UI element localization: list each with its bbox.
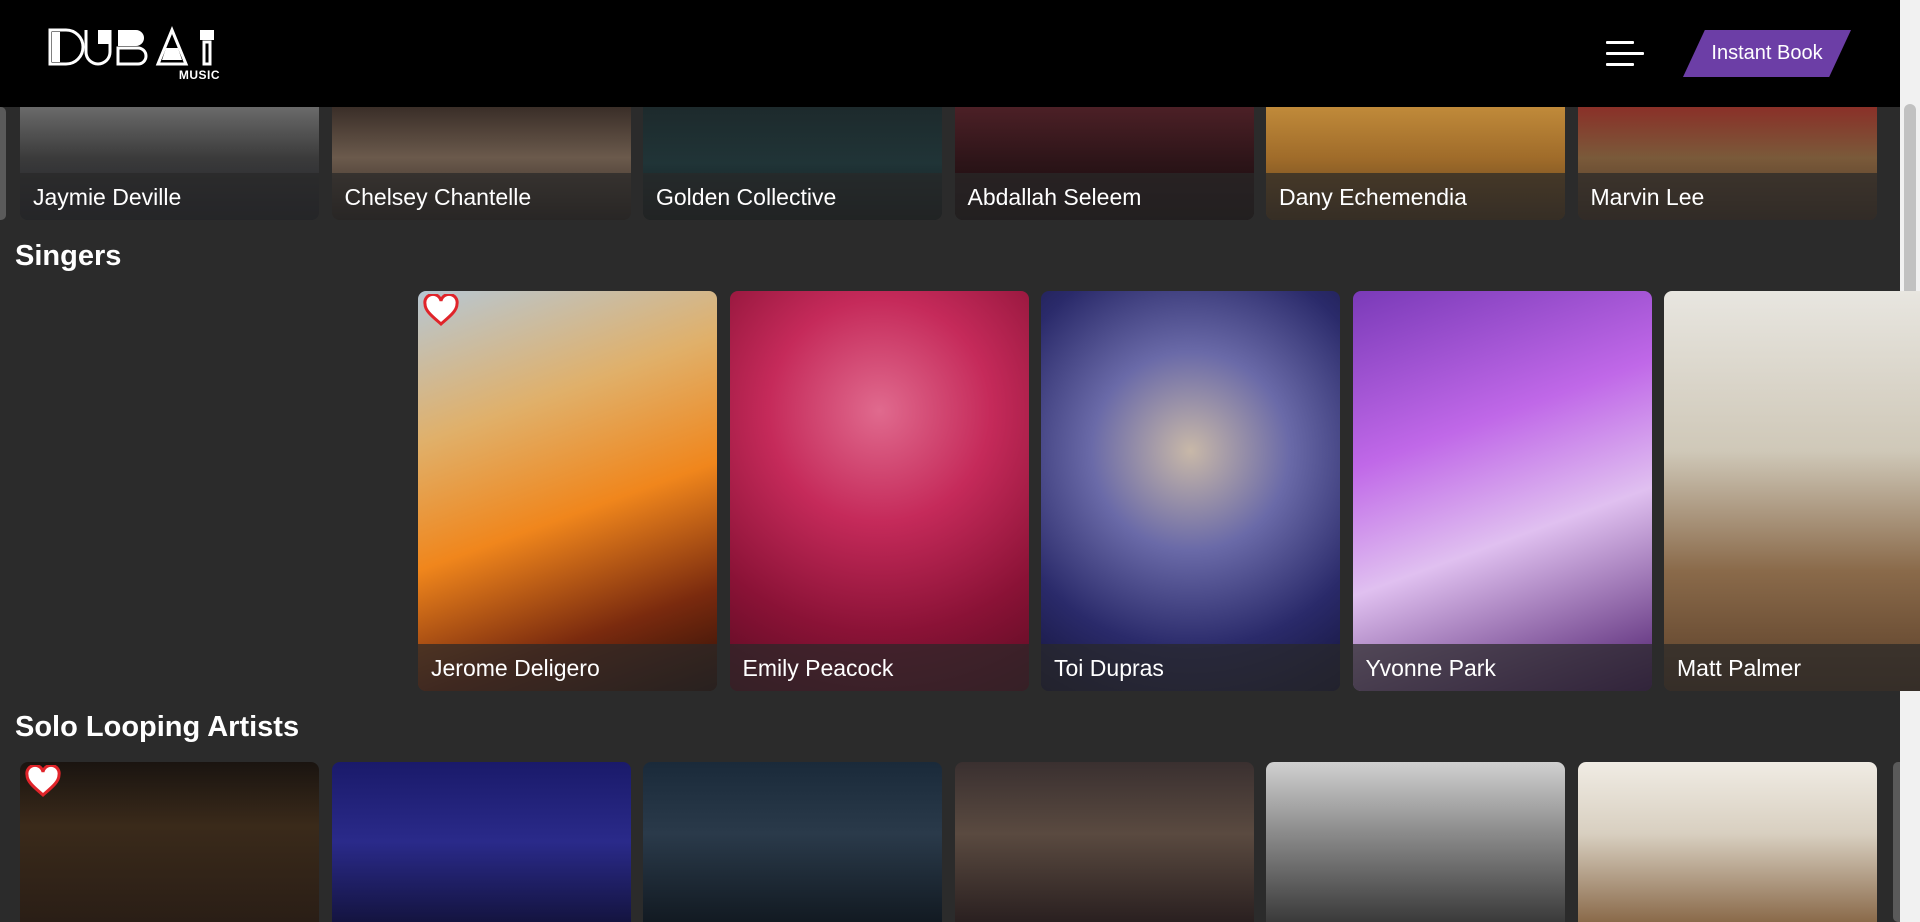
- artist-card[interactable]: [643, 762, 942, 922]
- artist-name: Emily Peacock: [729, 644, 1029, 691]
- favorite-heart-icon[interactable]: [423, 292, 459, 326]
- artist-name: Marvin Lee: [1577, 173, 1877, 220]
- row-scroll-edge: [1893, 762, 1900, 922]
- artist-card[interactable]: [1577, 762, 1877, 922]
- row-scroll-edge: [0, 107, 6, 220]
- section-title-solo-looping: Solo Looping Artists: [15, 711, 300, 743]
- artist-card[interactable]: Yvonne Park: [1352, 291, 1652, 691]
- artist-card[interactable]: Chelsey Chantelle: [331, 107, 631, 220]
- dubai-music-logo[interactable]: MUSIC: [48, 26, 222, 82]
- artist-card[interactable]: Matt Palmer: [1664, 291, 1920, 691]
- artist-name: Matt Palmer: [1664, 644, 1920, 691]
- artist-name: Toi Dupras: [1041, 644, 1340, 691]
- artist-name: Dany Echemendia: [1266, 173, 1565, 220]
- artist-card[interactable]: [1266, 762, 1565, 922]
- logo-mark-icon: [48, 26, 214, 66]
- artist-name: Golden Collective: [643, 173, 942, 220]
- artist-card[interactable]: Marvin Lee: [1577, 107, 1877, 220]
- artist-name: Abdallah Seleem: [954, 173, 1254, 220]
- hamburger-menu-icon[interactable]: [1606, 41, 1646, 67]
- artist-card[interactable]: Jaymie Deville: [20, 107, 319, 220]
- artist-card[interactable]: Toi Dupras: [1041, 291, 1340, 691]
- artist-name: Jerome Deligero: [418, 644, 717, 691]
- artist-card[interactable]: Abdallah Seleem: [954, 107, 1254, 220]
- artist-card[interactable]: Emily Peacock: [729, 291, 1029, 691]
- artist-name: Jaymie Deville: [20, 173, 319, 220]
- favorite-heart-icon[interactable]: [25, 763, 61, 797]
- artist-card[interactable]: Golden Collective: [643, 107, 942, 220]
- section-title-singers: Singers: [15, 240, 122, 272]
- artist-name: Yvonne Park: [1352, 644, 1652, 691]
- artist-card[interactable]: Jerome Deligero: [418, 291, 717, 691]
- artist-card[interactable]: [954, 762, 1254, 922]
- artist-card[interactable]: Dany Echemendia: [1266, 107, 1565, 220]
- artist-card[interactable]: [331, 762, 631, 922]
- logo-subtitle: MUSIC: [178, 68, 220, 82]
- artist-name: Chelsey Chantelle: [331, 173, 631, 220]
- instant-book-button[interactable]: Instant Book: [1683, 30, 1851, 77]
- scrollbar-thumb[interactable]: [1904, 104, 1916, 296]
- artist-card[interactable]: [20, 762, 319, 922]
- site-header: MUSIC Instant Book: [0, 0, 1900, 107]
